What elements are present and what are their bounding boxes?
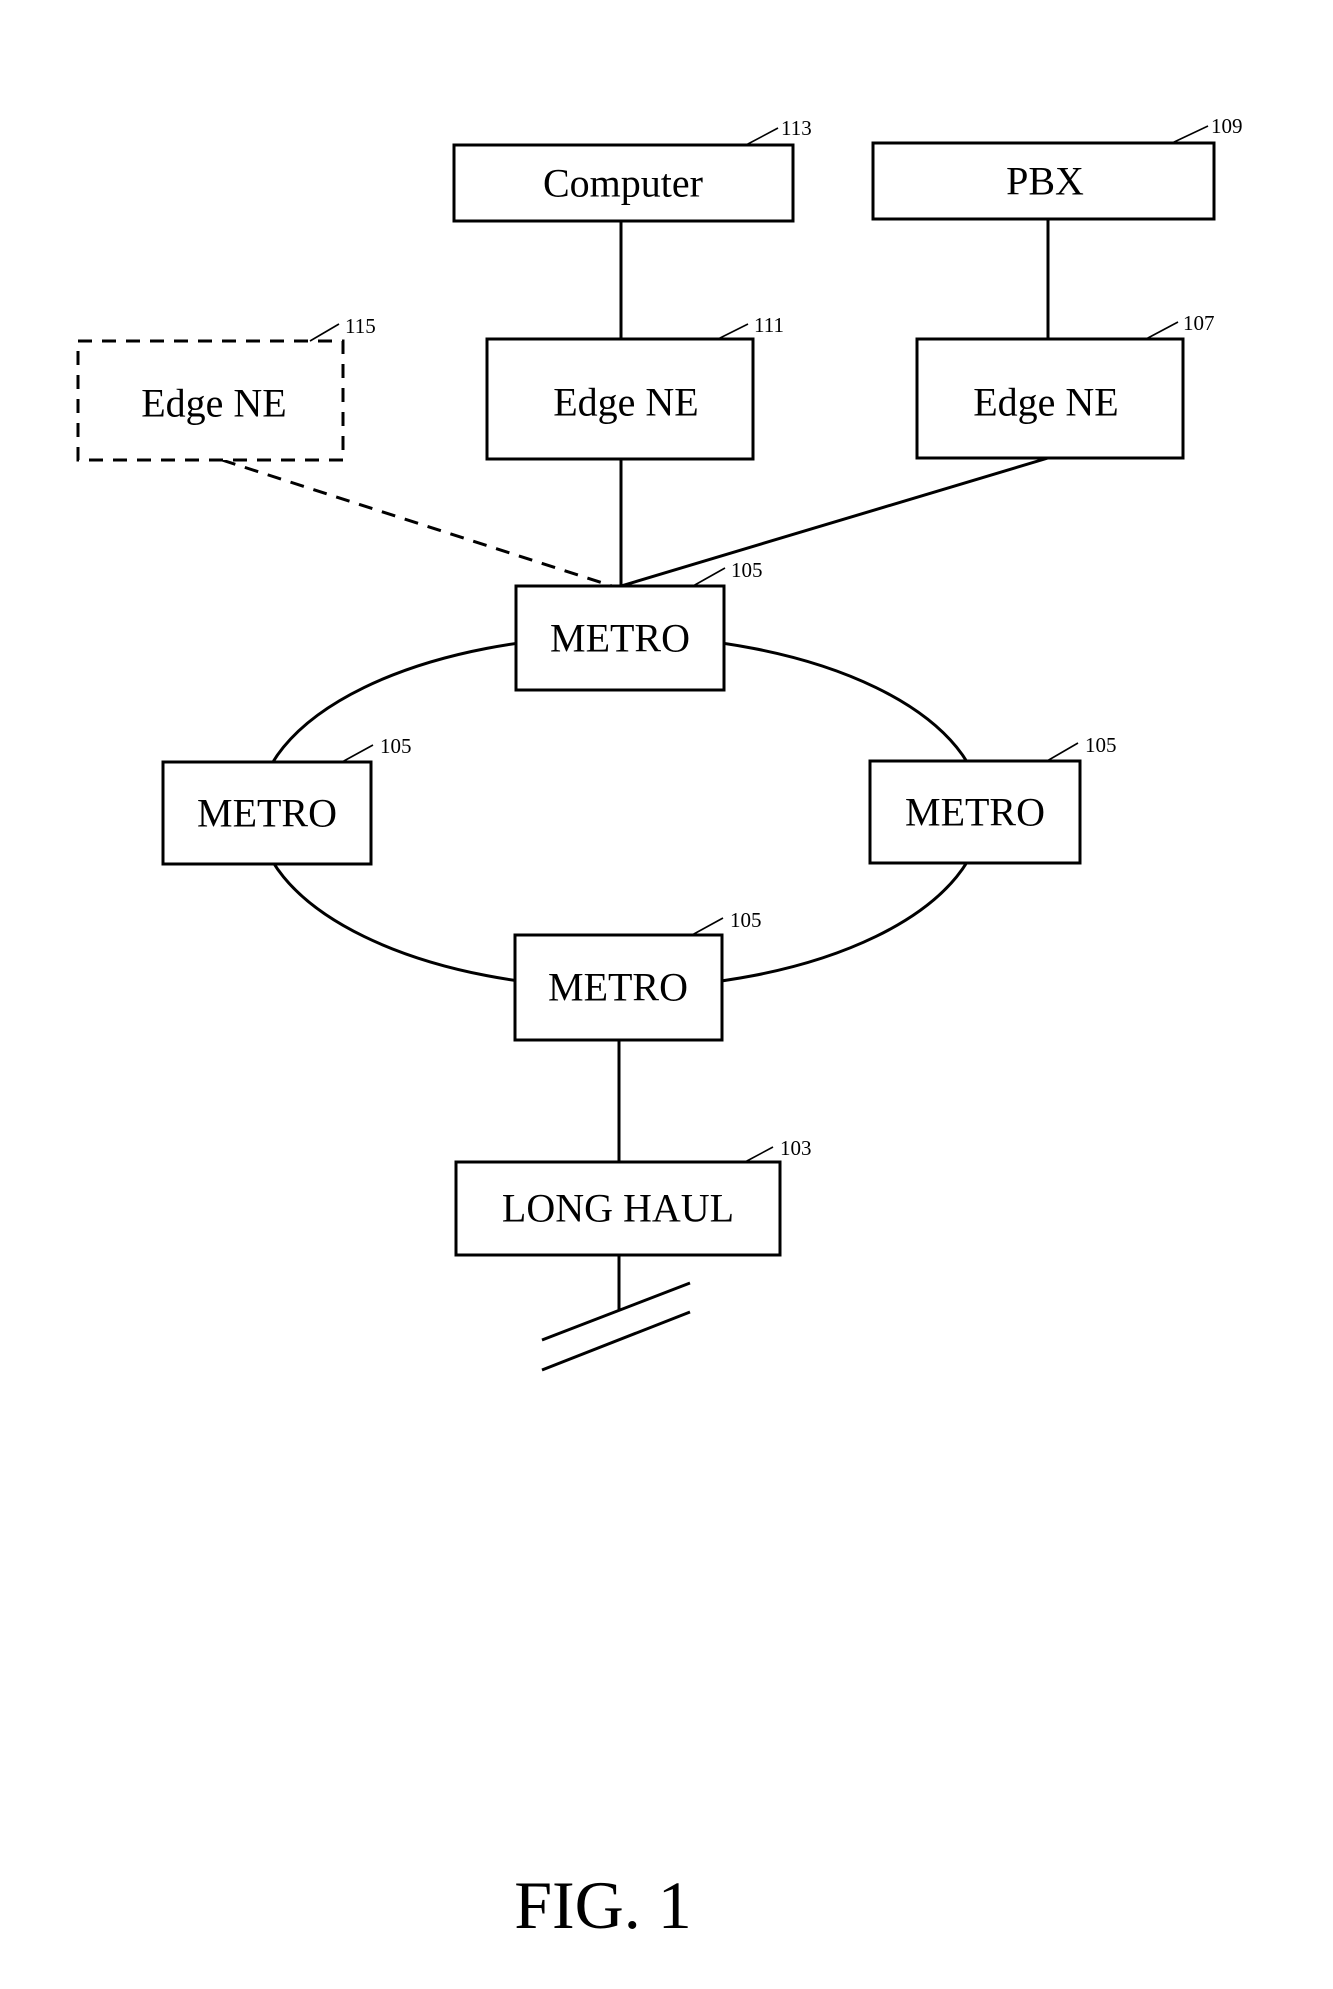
long-haul-label: LONG HAUL bbox=[502, 1186, 734, 1231]
ref-number: 109 bbox=[1211, 114, 1243, 138]
node-computer: Computer 113 bbox=[452, 116, 812, 223]
node-edge-ne-111: Edge NE 111 bbox=[485, 313, 784, 461]
metro-bottom-label: METRO bbox=[548, 965, 688, 1010]
pbx-label: PBX bbox=[1006, 159, 1084, 204]
ref-leader bbox=[309, 323, 340, 342]
node-edge-ne-115: Edge NE 115 bbox=[76, 314, 376, 462]
metro-right-label: METRO bbox=[905, 790, 1045, 835]
ref-number: 111 bbox=[754, 313, 784, 337]
node-edge-ne-107: Edge NE 107 bbox=[915, 311, 1215, 460]
figure-caption: FIG. 1 bbox=[514, 1867, 692, 1943]
ref-leader bbox=[692, 567, 726, 587]
node-metro-bottom: METRO 105 bbox=[513, 908, 762, 1042]
ref-leader bbox=[745, 127, 779, 146]
ref-number: 103 bbox=[780, 1136, 812, 1160]
break-line-lower bbox=[541, 1310, 691, 1372]
link-edge-ne-115-metro bbox=[221, 458, 613, 588]
ref-leader bbox=[341, 744, 374, 763]
node-metro-top: METRO 105 bbox=[514, 558, 763, 692]
edge-ne-111-label: Edge NE bbox=[553, 380, 699, 425]
node-long-haul: LONG HAUL 103 bbox=[454, 1136, 812, 1257]
ref-number: 105 bbox=[731, 558, 763, 582]
edge-ne-115-label: Edge NE bbox=[141, 381, 287, 426]
ref-number: 105 bbox=[730, 908, 762, 932]
metro-top-label: METRO bbox=[550, 616, 690, 661]
edge-ne-107-label: Edge NE bbox=[973, 380, 1119, 425]
ref-number: 105 bbox=[380, 734, 412, 758]
link-edge-ne-107-metro bbox=[620, 456, 1049, 588]
ref-number: 107 bbox=[1183, 311, 1215, 335]
ref-leader bbox=[717, 323, 749, 340]
ref-number: 115 bbox=[345, 314, 376, 338]
ref-number: 105 bbox=[1085, 733, 1117, 757]
ref-leader bbox=[691, 917, 724, 936]
ref-leader bbox=[1171, 125, 1209, 144]
ref-number: 113 bbox=[781, 116, 812, 140]
node-pbx: PBX 109 bbox=[871, 114, 1243, 221]
ref-leader bbox=[1046, 742, 1079, 762]
ref-leader bbox=[1145, 321, 1179, 340]
metro-left-label: METRO bbox=[197, 791, 337, 836]
network-diagram: Computer 113 PBX 109 Edge NE 115 Edge NE… bbox=[76, 114, 1243, 1943]
break-line-upper bbox=[541, 1281, 691, 1342]
node-metro-right: METRO 105 bbox=[868, 733, 1117, 865]
ref-leader bbox=[744, 1146, 774, 1163]
node-metro-left: METRO 105 bbox=[161, 734, 412, 866]
computer-label: Computer bbox=[543, 161, 703, 206]
